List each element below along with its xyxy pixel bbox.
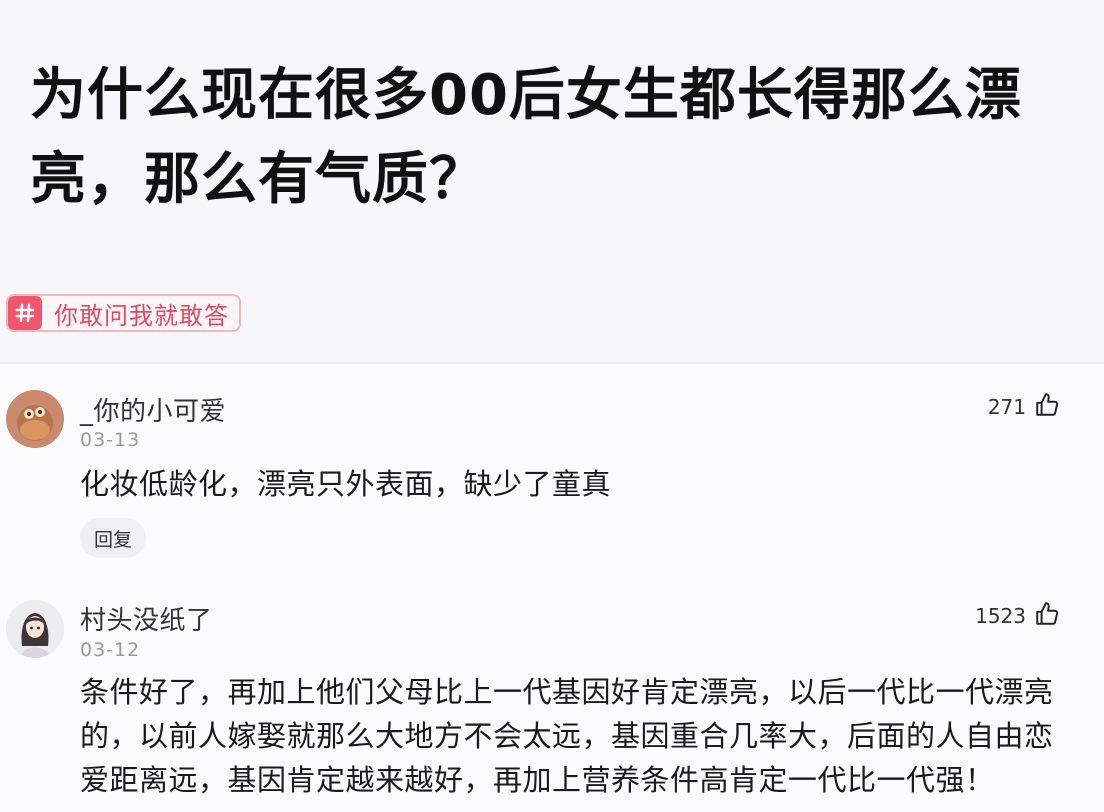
comment-list: _你的小可爱 03-13 271 化妆低龄化，漂亮只外表面，缺少了童真 回复 村… bbox=[0, 364, 1104, 812]
like-button[interactable]: 1523 bbox=[975, 601, 1060, 631]
reply-button[interactable]: 回复 bbox=[80, 518, 147, 558]
like-button[interactable]: 271 bbox=[988, 392, 1060, 422]
avatar[interactable] bbox=[6, 390, 64, 448]
comment-username[interactable]: 村头没纸了 bbox=[80, 600, 213, 637]
comment-username[interactable]: _你的小可爱 bbox=[80, 391, 226, 428]
question-card: 为什么现在很多00后女生都长得那么漂亮，那么有气质？ 你敢问我就敢答 bbox=[0, 0, 1104, 362]
like-count: 271 bbox=[987, 395, 1026, 419]
like-count: 1523 bbox=[975, 604, 1026, 628]
question-title: 为什么现在很多00后女生都长得那么漂亮，那么有气质？ bbox=[30, 63, 1022, 212]
topic-tag-label: 你敢问我就敢答 bbox=[54, 301, 229, 330]
avatar[interactable] bbox=[6, 600, 64, 658]
comment-text: 化妆低龄化，漂亮只外表面，缺少了童真 bbox=[80, 467, 612, 501]
comment-text: 条件好了，再加上他们父母比上一代基因好肯定漂亮，以后一代比一代漂亮的，以前人嫁娶… bbox=[80, 675, 1054, 797]
hash-icon bbox=[8, 296, 42, 330]
comment-date: 03-12 bbox=[80, 639, 141, 661]
comment-date: 03-13 bbox=[80, 429, 141, 451]
topic-tag[interactable]: 你敢问我就敢答 bbox=[6, 294, 241, 332]
thumbs-up-icon bbox=[1034, 601, 1060, 631]
thumbs-up-icon bbox=[1034, 392, 1060, 422]
